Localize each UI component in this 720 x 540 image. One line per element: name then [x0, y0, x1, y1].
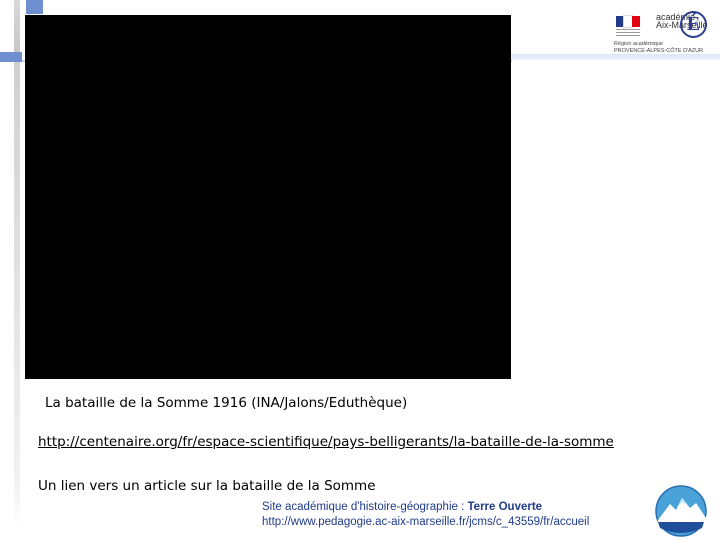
- republique-francaise-text-mark: [616, 29, 640, 37]
- frame-bar-left-top: [14, 0, 20, 60]
- frame-bar-left: [14, 60, 20, 530]
- region-label: Région académique: [614, 41, 663, 47]
- region-academique: Région académique PROVENCE-ALPES-CÔTE D'…: [614, 41, 703, 55]
- region-name: PROVENCE-ALPES-CÔTE D'AZUR: [614, 48, 704, 54]
- french-flag-icon: [616, 15, 640, 28]
- footer-site-prefix: Site académique d'histoire-géographie :: [262, 501, 468, 513]
- video-player[interactable]: [25, 15, 511, 379]
- frame-accent-square: [26, 0, 43, 14]
- terre-ouverte-mountain-icon: [655, 485, 707, 537]
- education-nationale-e-icon: É: [680, 11, 707, 38]
- resource-link-description: Un lien vers un article sur la bataille …: [38, 478, 376, 494]
- frame-bar-accent: [0, 52, 22, 62]
- resource-link-block: http://centenaire.org/fr/espace-scientif…: [38, 433, 638, 451]
- resource-link[interactable]: http://centenaire.org/fr/espace-scientif…: [38, 434, 614, 450]
- footer-site-name: Terre Ouverte: [467, 501, 543, 513]
- academie-logo: académie Aix-Marseille É Région académiq…: [612, 8, 716, 56]
- footer-site-url[interactable]: http://www.pedagogie.ac-aix-marseille.fr…: [262, 515, 589, 530]
- footer-site-line: Site académique d'histoire-géographie : …: [262, 500, 589, 515]
- video-caption: La bataille de la Somme 1916 (INA/Jalons…: [45, 395, 408, 411]
- site-footer: Site académique d'histoire-géographie : …: [262, 500, 589, 530]
